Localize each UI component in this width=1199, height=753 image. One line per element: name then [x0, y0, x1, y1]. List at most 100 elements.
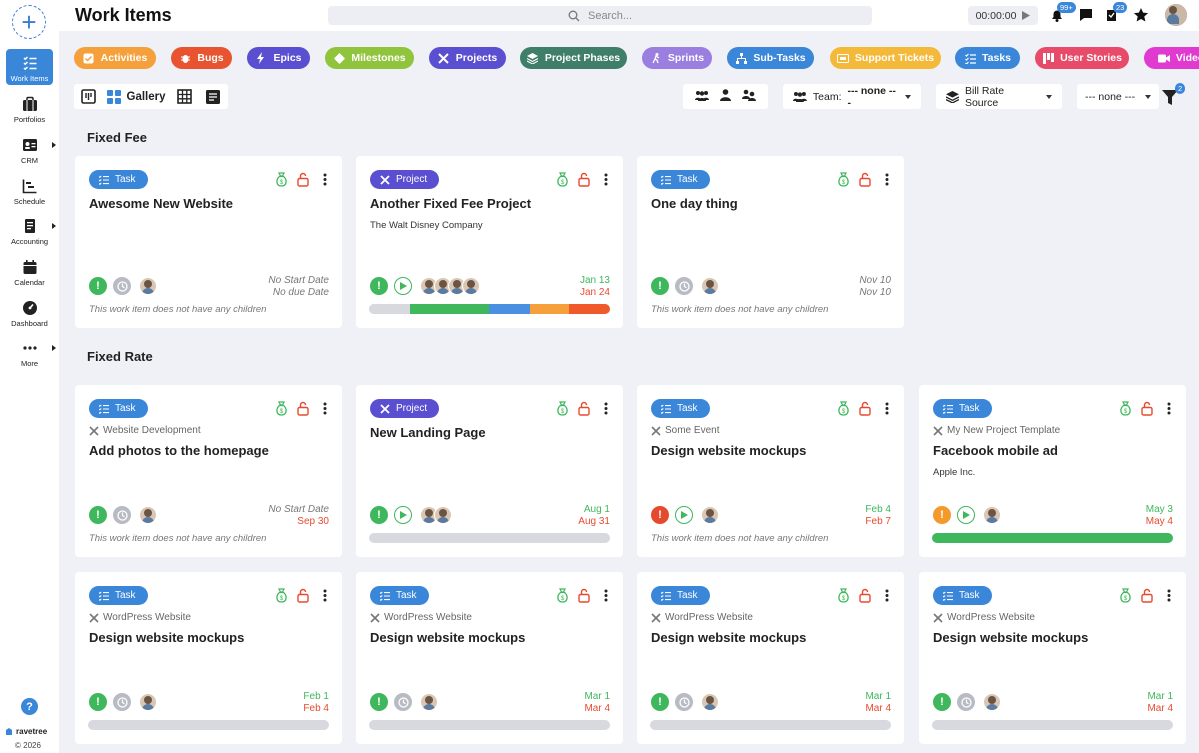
user-avatar[interactable] [1165, 4, 1187, 26]
saved-filter-select[interactable]: --- none --- [1077, 84, 1159, 109]
assignees[interactable] [701, 277, 719, 295]
filter-button[interactable]: 2 [1162, 83, 1186, 106]
priority-status-icon[interactable]: ! [89, 277, 107, 295]
start-timer-icon[interactable] [957, 506, 975, 524]
priority-status-icon[interactable]: ! [651, 693, 669, 711]
priority-status-icon[interactable]: ! [89, 506, 107, 524]
money-bag-icon[interactable]: $ [836, 401, 850, 416]
category-activities[interactable]: Activities [74, 47, 156, 69]
work-item-title[interactable]: Design website mockups [933, 630, 1088, 645]
clock-icon[interactable] [675, 277, 693, 295]
notes-view-button[interactable] [199, 84, 226, 109]
messages-button[interactable] [1078, 7, 1094, 23]
clock-icon[interactable] [113, 693, 131, 711]
clock-icon[interactable] [957, 693, 975, 711]
priority-status-icon[interactable]: ! [933, 506, 951, 524]
money-bag-icon[interactable]: $ [555, 588, 569, 603]
money-bag-icon[interactable]: $ [836, 172, 850, 187]
kebab-menu-icon[interactable] [1162, 401, 1176, 416]
unlock-icon[interactable] [577, 172, 591, 187]
work-item-title[interactable]: Design website mockups [651, 630, 806, 645]
work-item-title[interactable]: Design website mockups [89, 630, 244, 645]
unlock-icon[interactable] [858, 401, 872, 416]
add-new-button[interactable]: + [12, 5, 46, 39]
work-item-card[interactable]: Task $ My New Project Template Facebook m… [919, 385, 1186, 557]
assignees[interactable] [139, 506, 157, 524]
money-bag-icon[interactable]: $ [274, 401, 288, 416]
notifications-button[interactable]: 99+ [1049, 2, 1076, 23]
parent-project[interactable]: Some Event [651, 425, 719, 436]
assignees[interactable] [420, 277, 480, 295]
priority-status-icon[interactable]: ! [370, 693, 388, 711]
kebab-menu-icon[interactable] [880, 401, 894, 416]
work-item-card[interactable]: Task $ Website Development Add photos to … [75, 385, 342, 557]
money-bag-icon[interactable]: $ [1118, 588, 1132, 603]
money-bag-icon[interactable]: $ [555, 172, 569, 187]
work-item-title[interactable]: Awesome New Website [89, 196, 233, 211]
work-item-card[interactable]: Task $ One day thing ! Nov 10 Nov 10 Thi… [637, 156, 904, 328]
clock-icon[interactable] [675, 693, 693, 711]
category-sub-tasks[interactable]: Sub-Tasks [727, 47, 814, 69]
assignees[interactable] [701, 506, 719, 524]
priority-status-icon[interactable]: ! [370, 277, 388, 295]
table-view-button[interactable] [170, 84, 199, 109]
sidebar-item-calendar[interactable]: Calendar [6, 253, 53, 289]
group-users-button[interactable] [694, 90, 709, 104]
kebab-menu-icon[interactable] [599, 401, 613, 416]
start-timer-icon[interactable] [394, 506, 412, 524]
kebab-menu-icon[interactable] [599, 172, 613, 187]
category-epics[interactable]: Epics [247, 47, 310, 69]
category-bugs[interactable]: Bugs [171, 47, 232, 69]
parent-project[interactable]: WordPress Website [370, 612, 472, 623]
help-button[interactable]: ? [21, 698, 38, 715]
unlock-icon[interactable] [296, 172, 310, 187]
unlock-icon[interactable] [577, 401, 591, 416]
sidebar-item-accounting[interactable]: Accounting [6, 212, 56, 248]
parent-project[interactable]: WordPress Website [933, 612, 1035, 623]
sidebar-item-schedule[interactable]: Schedule [6, 172, 53, 208]
priority-status-icon[interactable]: ! [89, 693, 107, 711]
kebab-menu-icon[interactable] [318, 172, 332, 187]
parent-project[interactable]: Website Development [89, 425, 201, 436]
money-bag-icon[interactable]: $ [274, 588, 288, 603]
work-item-title[interactable]: Add photos to the homepage [89, 443, 269, 458]
category-tasks[interactable]: Tasks [955, 47, 1020, 69]
sidebar-item-portfolios[interactable]: Portfolios [6, 90, 53, 126]
assignees[interactable] [139, 277, 157, 295]
work-item-title[interactable]: Design website mockups [651, 443, 806, 458]
kebab-menu-icon[interactable] [880, 172, 894, 187]
work-item-title[interactable]: Design website mockups [370, 630, 525, 645]
unlock-icon[interactable] [858, 588, 872, 603]
kebab-menu-icon[interactable] [880, 588, 894, 603]
search-input[interactable]: Search... [328, 6, 872, 25]
unlock-icon[interactable] [577, 588, 591, 603]
team-users-button[interactable] [742, 89, 757, 104]
kebab-menu-icon[interactable] [318, 401, 332, 416]
category-sprints[interactable]: Sprints [642, 47, 712, 69]
clock-icon[interactable] [113, 506, 131, 524]
work-item-title[interactable]: One day thing [651, 196, 738, 211]
sidebar-item-work-items[interactable]: Work Items [6, 49, 53, 85]
assignees[interactable] [983, 693, 1001, 711]
sidebar-item-more[interactable]: More [6, 334, 56, 370]
money-bag-icon[interactable]: $ [836, 588, 850, 603]
unlock-icon[interactable] [296, 588, 310, 603]
assignees[interactable] [701, 693, 719, 711]
priority-status-icon[interactable]: ! [651, 277, 669, 295]
category-support-tickets[interactable]: Support Tickets [830, 47, 941, 69]
favorites-button[interactable] [1133, 7, 1149, 23]
board-view-button[interactable] [74, 84, 102, 109]
work-item-card[interactable]: Task $ WordPress Website Design website m… [75, 572, 342, 744]
start-timer-icon[interactable] [394, 277, 412, 295]
work-item-title[interactable]: Facebook mobile ad [933, 443, 1058, 458]
parent-project[interactable]: My New Project Template [933, 425, 1060, 436]
assignees[interactable] [420, 506, 452, 524]
category-videos[interactable]: Videos [1144, 47, 1199, 69]
work-item-card[interactable]: Project $ Another Fixed Fee Project The W… [356, 156, 623, 328]
work-item-card[interactable]: Task $ WordPress Website Design website m… [919, 572, 1186, 744]
unlock-icon[interactable] [858, 172, 872, 187]
parent-project[interactable]: WordPress Website [651, 612, 753, 623]
priority-status-icon[interactable]: ! [651, 506, 669, 524]
category-project-phases[interactable]: Project Phases [520, 47, 627, 69]
kebab-menu-icon[interactable] [599, 588, 613, 603]
